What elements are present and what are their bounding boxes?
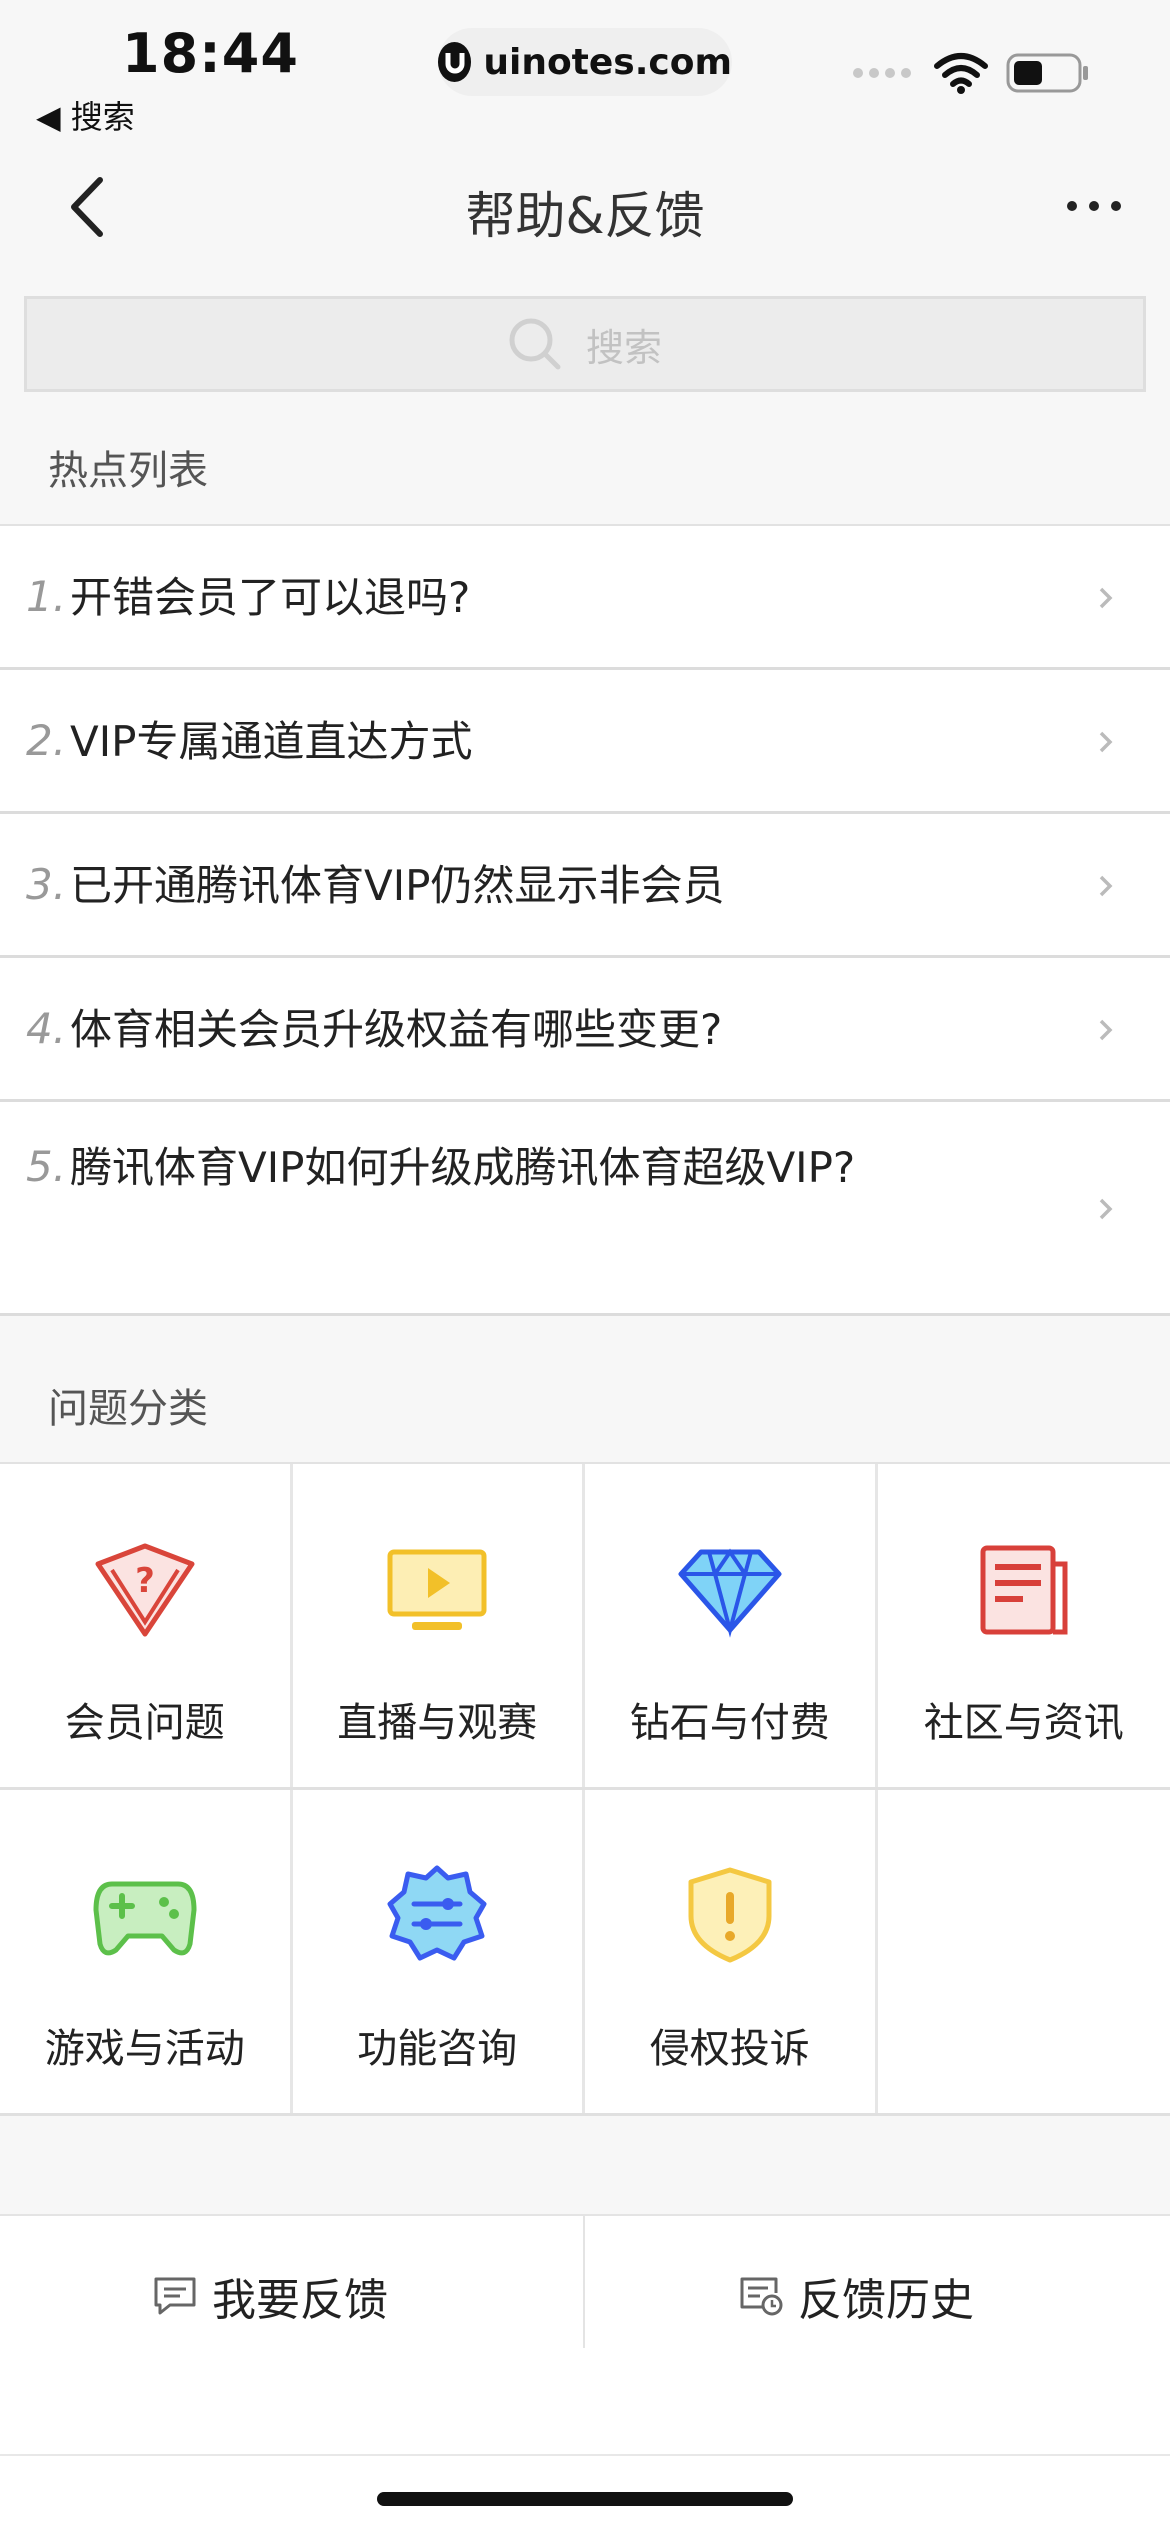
bottom-bar: 我要反馈 反馈历史 <box>0 2214 1170 2454</box>
history-icon <box>740 2277 783 2316</box>
category-label: 功能咨询 <box>357 2026 518 2072</box>
hot-item-number: 4. <box>26 1004 67 1053</box>
status-bar: 18:44 ◀ 搜索 uinotes.com <box>0 0 1170 140</box>
category-grid: ? 会员问题 直播与观赛 钻石与付费 社区与资讯 游戏与活动 功能咨询 侵权投诉 <box>0 1462 1170 2116</box>
hot-item-text: 开错会员了可以退吗? <box>70 573 471 622</box>
category-label: 社区与资讯 <box>923 1700 1124 1746</box>
hot-item-1[interactable]: 1. 开错会员了可以退吗? <box>0 526 1170 670</box>
back-to-app-link[interactable]: ◀ 搜索 <box>36 92 135 138</box>
status-indicators <box>852 52 1090 94</box>
feedback-label: 我要反馈 <box>212 2275 388 2326</box>
hot-item-5[interactable]: 5. 腾讯体育VIP如何升级成腾讯体育超级VIP? <box>0 1102 1170 1316</box>
category-empty <box>877 1790 1170 2113</box>
bottom-divider <box>583 2216 585 2348</box>
battery-icon <box>1006 53 1088 93</box>
category-live[interactable]: 直播与观赛 <box>292 1464 585 1787</box>
category-diamond[interactable]: 钻石与付费 <box>585 1464 878 1787</box>
category-function[interactable]: 功能咨询 <box>292 1790 585 2113</box>
history-button[interactable]: 反馈历史 <box>738 2256 974 2336</box>
category-title: 问题分类 <box>48 1386 208 1432</box>
chevron-right-icon <box>1099 875 1113 897</box>
search-placeholder: 搜索 <box>585 325 662 370</box>
category-community[interactable]: 社区与资讯 <box>877 1464 1170 1787</box>
gear-sliders-icon <box>387 1865 487 1961</box>
back-chevron-icon[interactable] <box>60 172 120 242</box>
tv-play-icon <box>387 1549 487 1630</box>
url-text: uinotes.com <box>483 41 732 83</box>
hot-item-text: VIP专属通道直达方式 <box>70 717 473 766</box>
page-title: 帮助&反馈 <box>465 187 705 245</box>
signal-icon <box>853 68 911 78</box>
hot-item-number: 1. <box>26 572 67 621</box>
wifi-icon <box>934 53 988 94</box>
hot-item-3[interactable]: 3. 已开通腾讯体育VIP仍然显示非会员 <box>0 814 1170 958</box>
more-icon[interactable] <box>1064 196 1124 216</box>
hot-item-text: 体育相关会员升级权益有哪些变更? <box>70 1005 723 1054</box>
category-label: 直播与观赛 <box>337 1700 538 1746</box>
hot-item-number: 3. <box>26 860 67 909</box>
chevron-right-icon <box>1099 1019 1113 1041</box>
site-logo-icon <box>438 42 472 82</box>
status-time: 18:44 <box>122 22 299 85</box>
chevron-right-icon <box>1099 587 1113 609</box>
news-icon <box>980 1545 1068 1635</box>
hot-list-title: 热点列表 <box>48 448 208 494</box>
search-icon <box>509 318 561 370</box>
shield-alert-icon <box>688 1867 772 1963</box>
chevron-right-icon <box>1099 1198 1113 1220</box>
nav-bar: 帮助&反馈 <box>0 140 1170 270</box>
category-infringement[interactable]: 侵权投诉 <box>585 1790 878 2113</box>
url-pill[interactable]: uinotes.com <box>438 28 732 96</box>
category-label: 钻石与付费 <box>629 1700 830 1746</box>
hot-item-number: 2. <box>26 716 67 765</box>
history-label: 反馈历史 <box>798 2275 974 2326</box>
search-input[interactable]: 搜索 <box>24 296 1146 392</box>
home-area <box>0 2454 1170 2532</box>
chevron-right-icon <box>1099 731 1113 753</box>
category-label: 侵权投诉 <box>649 2026 810 2072</box>
hot-item-4[interactable]: 4. 体育相关会员升级权益有哪些变更? <box>0 958 1170 1102</box>
gamepad-icon <box>93 1881 197 1956</box>
hot-item-number: 5. <box>26 1142 67 1191</box>
hot-item-text: 腾讯体育VIP如何升级成腾讯体育超级VIP? <box>70 1143 856 1192</box>
category-member[interactable]: ? 会员问题 <box>0 1464 293 1787</box>
diamond-icon <box>678 1548 782 1638</box>
home-indicator[interactable] <box>377 2492 793 2506</box>
hot-list: 1. 开错会员了可以退吗? 2. VIP专属通道直达方式 3. 已开通腾讯体育V… <box>0 524 1170 1316</box>
svg-text:?: ? <box>135 1561 155 1601</box>
hot-item-2[interactable]: 2. VIP专属通道直达方式 <box>0 670 1170 814</box>
category-label: 游戏与活动 <box>44 2026 245 2072</box>
hot-item-text: 已开通腾讯体育VIP仍然显示非会员 <box>70 861 725 910</box>
member-badge-icon: ? <box>95 1543 195 1637</box>
feedback-button[interactable]: 我要反馈 <box>152 2256 388 2336</box>
message-icon <box>154 2277 196 2315</box>
category-games[interactable]: 游戏与活动 <box>0 1790 293 2113</box>
category-label: 会员问题 <box>64 1700 225 1746</box>
